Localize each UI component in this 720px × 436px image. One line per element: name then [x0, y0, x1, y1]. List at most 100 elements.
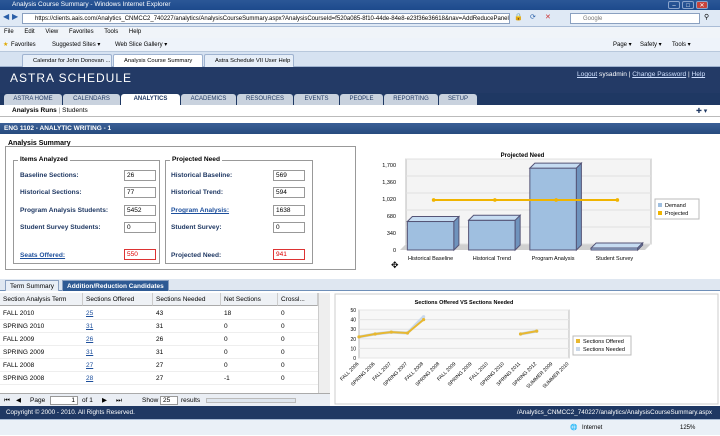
tools-menu[interactable]: Tools ▾: [672, 38, 691, 52]
cell-offered[interactable]: 31: [83, 320, 153, 333]
cell-needed: 31: [153, 346, 221, 359]
main-nav: ASTRA HOME CALENDARS ANALYTICS ACADEMICS…: [0, 93, 720, 105]
hist-trend-field: 594: [273, 187, 305, 198]
projected-need-label: Projected Need:: [171, 252, 222, 259]
favorites-button[interactable]: Favorites: [11, 38, 36, 52]
tab-people[interactable]: PEOPLE: [340, 94, 383, 105]
sections-grid: Section Analysis Term Sections Offered S…: [0, 293, 330, 393]
zoom-level[interactable]: 125%: [680, 420, 695, 436]
cell-offered[interactable]: 28: [83, 372, 153, 385]
browser-tabs: Calendar for John Donovan ... Analysis C…: [0, 52, 720, 67]
browser-tab-analysis[interactable]: Analysis Course Summary: [113, 54, 203, 67]
forward-icon[interactable]: ▶: [12, 12, 18, 21]
seats-offered-link[interactable]: Seats Offered:: [20, 252, 65, 259]
tab-reporting[interactable]: REPORTING: [384, 94, 438, 105]
web-slice-link[interactable]: Web Slice Gallery ▾: [115, 38, 167, 52]
minimize-button[interactable]: –: [668, 1, 680, 9]
chart1-legend-swatch: [658, 211, 662, 215]
tab-resources[interactable]: RESOURCES: [237, 94, 293, 105]
subnav-students[interactable]: Students: [62, 107, 88, 114]
chart2-legend-swatch: [576, 339, 580, 343]
browser-tab-help[interactable]: Astra Schedule VII User Help: [204, 54, 294, 67]
page-size-select[interactable]: 25: [160, 396, 178, 405]
chart2-legend-swatch: [576, 347, 580, 351]
tab-events[interactable]: EVENTS: [294, 94, 339, 105]
tab-term-summary[interactable]: Term Summary: [5, 280, 60, 291]
address-text: https://clients.aais.com/Analytics_CNMCC…: [35, 16, 509, 22]
change-password-link[interactable]: Change Password: [632, 71, 686, 78]
survey-field: 0: [124, 222, 156, 233]
cell-offered[interactable]: 26: [83, 333, 153, 346]
col-offered[interactable]: Sections Offered: [83, 293, 153, 306]
chart1-bar-side-2: [575, 161, 582, 252]
tab-setup[interactable]: SETUP: [439, 94, 477, 105]
address-bar[interactable]: https://clients.aais.com/Analytics_CNMCC…: [22, 13, 510, 24]
cell-offered[interactable]: 31: [83, 346, 153, 359]
lock-icon[interactable]: 🔒: [514, 13, 523, 21]
chart1-bar-1: [468, 219, 516, 251]
cell-offered[interactable]: 27: [83, 359, 153, 372]
maximize-button[interactable]: □: [682, 1, 694, 9]
close-button[interactable]: ✕: [696, 1, 708, 9]
tab-addition-reduction[interactable]: Addition/Reduction Candidates: [62, 280, 169, 291]
student-survey-label: Student Survey:: [171, 224, 222, 231]
back-icon[interactable]: ◀: [3, 12, 9, 21]
search-icon[interactable]: ⚲: [704, 13, 709, 21]
program-analysis-link[interactable]: Program Analysis:: [171, 207, 229, 214]
cell-net: 18: [221, 307, 278, 320]
menu-favorites[interactable]: Favorites: [69, 29, 94, 35]
cell-cross: 0: [278, 307, 318, 320]
chart1-bar-top-3: [589, 242, 644, 249]
hist-baseline-label: Historical Baseline:: [171, 172, 233, 179]
globe-icon: 🌐: [570, 425, 578, 431]
page-menu[interactable]: Page ▾: [613, 38, 632, 52]
grid-scrollbar[interactable]: [318, 293, 330, 393]
menu-file[interactable]: File: [4, 29, 14, 35]
page-input[interactable]: 1: [50, 396, 78, 405]
col-needed[interactable]: Sections Needed: [153, 293, 221, 306]
search-input[interactable]: Google: [570, 13, 700, 24]
tab-analytics[interactable]: ANALYTICS: [121, 94, 180, 105]
browser-tab-calendar[interactable]: Calendar for John Donovan ...: [22, 54, 112, 67]
safety-menu[interactable]: Safety ▾: [640, 38, 662, 52]
panel-options-icon[interactable]: ✚ ▾: [696, 107, 707, 115]
col-cross[interactable]: Crossl...: [278, 293, 318, 306]
course-title: ENG 1102 - ANALYTIC WRITING - 1: [4, 125, 112, 132]
menu-help[interactable]: Help: [129, 29, 141, 35]
course-title-bar: ENG 1102 - ANALYTIC WRITING - 1: [0, 123, 720, 134]
baseline-field: 26: [124, 170, 156, 181]
logout-link[interactable]: Logout: [577, 71, 597, 78]
search-placeholder: Google: [583, 16, 603, 22]
footer-path: /Analytics_CNMCC2_740227/analytics/Analy…: [516, 409, 712, 416]
menu-tools[interactable]: Tools: [104, 29, 118, 35]
help-link[interactable]: Help: [692, 71, 706, 78]
stop-icon[interactable]: ✕: [545, 13, 551, 21]
suggested-sites-link[interactable]: Suggested Sites ▾: [52, 38, 100, 52]
chart2-ytick: 20: [350, 337, 356, 343]
horizontal-scrollbar[interactable]: [206, 398, 296, 403]
col-net[interactable]: Net Sections: [221, 293, 278, 306]
cell-offered[interactable]: 25: [83, 307, 153, 320]
menu-bar: File Edit View Favorites Tools Help: [0, 27, 720, 38]
menu-view[interactable]: View: [45, 29, 58, 35]
tab-astra-home[interactable]: ASTRA HOME: [4, 94, 62, 105]
chart1-xtick: Program Analysis: [532, 256, 575, 262]
chart1-bar-top-2: [528, 162, 583, 169]
copyright-text: Copyright © 2000 - 2010. All Rights Rese…: [6, 409, 135, 416]
chart1-bar-top-1: [467, 214, 522, 221]
historical-label: Historical Sections:: [20, 189, 82, 196]
col-term[interactable]: Section Analysis Term: [0, 293, 83, 306]
favorites-bar: ★ Favorites Suggested Sites ▾ Web Slice …: [0, 38, 720, 52]
user-links: Logout sysadmin | Change Password | Help: [577, 71, 706, 78]
app-footer: Copyright © 2000 - 2010. All Rights Rese…: [0, 406, 720, 419]
star-icon: ★: [3, 42, 9, 48]
tab-academics[interactable]: ACADEMICS: [181, 94, 236, 105]
menu-edit[interactable]: Edit: [24, 29, 34, 35]
tab-calendars[interactable]: CALENDARS: [63, 94, 120, 105]
cell-cross: 0: [278, 320, 318, 333]
chart1-legend-swatch: [658, 203, 662, 207]
tab-label: Astra Schedule VII User Help: [215, 58, 291, 64]
chart1-ytick: 1,360: [382, 180, 396, 186]
subnav-analysis-runs[interactable]: Analysis Runs: [12, 107, 57, 114]
refresh-icon[interactable]: ⟳: [530, 13, 536, 21]
